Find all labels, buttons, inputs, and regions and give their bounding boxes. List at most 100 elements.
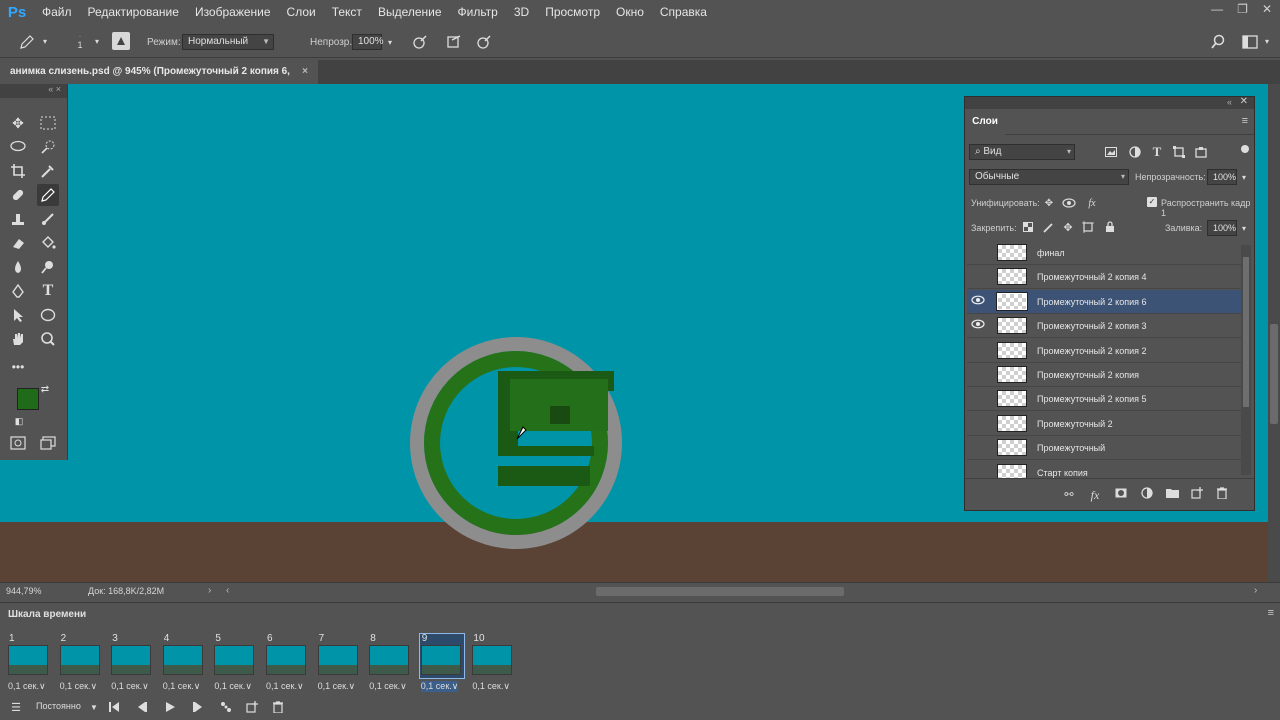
lock-artboard-icon[interactable] xyxy=(1081,220,1095,234)
opacity-input[interactable]: 100% xyxy=(352,34,384,50)
frame-delay-select[interactable]: 0,1 сек.∨ xyxy=(318,681,356,692)
close-window-button[interactable]: ✕ xyxy=(1262,2,1272,16)
zoom-level[interactable]: 944,79% xyxy=(6,586,42,596)
vertical-scrollbar[interactable] xyxy=(1268,84,1280,582)
move-tool-icon[interactable]: ✥ xyxy=(7,112,29,134)
filter-toggle[interactable] xyxy=(1241,145,1249,153)
vertical-scroll-thumb[interactable] xyxy=(1270,324,1278,424)
menu-item-10[interactable]: Справка xyxy=(652,5,715,19)
history-brush-tool-icon[interactable] xyxy=(37,208,59,230)
chevron-down-icon[interactable]: ▼ xyxy=(88,700,100,714)
menu-item-9[interactable]: Окно xyxy=(608,5,652,19)
frame-delay-select[interactable]: 0,1 сек.∨ xyxy=(111,681,149,692)
layer-row[interactable]: Промежуточный xyxy=(967,436,1241,461)
filter-type-icon[interactable]: T xyxy=(1149,144,1165,160)
loop-select[interactable]: Постоянно xyxy=(36,701,81,711)
brush-size-picker[interactable]: · 1 xyxy=(74,30,86,54)
marquee-tool-icon[interactable] xyxy=(37,112,59,134)
frame-delay-select[interactable]: 0,1 сек.∨ xyxy=(472,681,510,692)
visibility-toggle[interactable] xyxy=(971,417,985,431)
layer-filter-select[interactable]: ⌕ Вид ▾ xyxy=(969,144,1075,160)
more-tools-icon[interactable]: ••• xyxy=(7,356,29,378)
layers-scroll-thumb[interactable] xyxy=(1243,257,1249,407)
layer-row[interactable]: финал xyxy=(967,241,1241,265)
unify-visibility-icon[interactable] xyxy=(1061,195,1077,211)
filter-adjustment-icon[interactable] xyxy=(1127,144,1143,160)
layer-opacity-input[interactable]: 100% xyxy=(1207,169,1237,185)
menu-item-0[interactable]: Файл xyxy=(34,5,80,19)
menu-item-1[interactable]: Редактирование xyxy=(80,5,187,19)
panel-menu-icon[interactable]: ≡ xyxy=(1242,115,1248,127)
filter-shape-icon[interactable] xyxy=(1171,144,1187,160)
timeline-frame[interactable]: 8 0,1 сек.∨ xyxy=(367,633,413,693)
zoom-tool-icon[interactable] xyxy=(37,328,59,350)
chevron-down-icon[interactable]: ▾ xyxy=(40,36,50,46)
lock-position-icon[interactable]: ✥ xyxy=(1061,220,1075,234)
propagate-frame-checkbox[interactable]: ✓ xyxy=(1147,197,1157,207)
swap-colors-icon[interactable]: ⇄ xyxy=(38,382,52,396)
timeline-frame[interactable]: 6 0,1 сек.∨ xyxy=(264,633,310,693)
lock-all-icon[interactable] xyxy=(1103,220,1117,234)
layer-row[interactable]: Промежуточный 2 копия 2 xyxy=(967,339,1241,363)
frame-delay-select[interactable]: 0,1 сек.∨ xyxy=(266,681,304,692)
close-panel-icon[interactable]: ✕ xyxy=(1240,96,1248,107)
tween-icon[interactable] xyxy=(218,699,234,715)
layer-row[interactable]: Промежуточный 2 копия 6 xyxy=(967,289,1241,314)
link-layers-icon[interactable]: ⚯ xyxy=(1061,487,1077,503)
type-tool-icon[interactable]: T xyxy=(37,280,59,302)
horizontal-scroll-thumb[interactable] xyxy=(596,587,844,596)
convert-timeline-icon[interactable]: ☰ xyxy=(8,699,24,715)
menu-item-3[interactable]: Слои xyxy=(279,5,324,19)
auto-erase-icon[interactable] xyxy=(444,32,464,52)
new-adjustment-layer-icon[interactable] xyxy=(1139,487,1155,503)
timeline-frame[interactable]: 9 0,1 сек.∨ xyxy=(418,633,465,693)
menu-item-2[interactable]: Изображение xyxy=(187,5,279,19)
size-pressure-icon[interactable] xyxy=(474,32,494,52)
opacity-pressure-icon[interactable] xyxy=(410,32,430,52)
status-menu-arrow-icon[interactable]: › xyxy=(208,585,211,596)
quick-selection-tool-icon[interactable] xyxy=(37,136,59,158)
menu-item-4[interactable]: Текст xyxy=(324,5,370,19)
mode-select[interactable]: Нормальный ▼ xyxy=(182,34,274,50)
chevron-down-icon[interactable]: ▾ xyxy=(384,36,396,48)
filter-pixel-icon[interactable] xyxy=(1103,144,1119,160)
screen-mode-icon[interactable] xyxy=(37,432,59,454)
frame-delay-select[interactable]: 0,1 сек.∨ xyxy=(163,681,201,692)
ellipse-tool-icon[interactable] xyxy=(37,304,59,326)
frame-delay-select[interactable]: 0,1 сек.∨ xyxy=(369,681,407,692)
visibility-toggle[interactable] xyxy=(971,368,985,382)
new-group-icon[interactable] xyxy=(1164,487,1180,503)
collapse-panel-icon[interactable]: « xyxy=(1227,97,1232,107)
dodge-tool-icon[interactable] xyxy=(37,256,59,278)
pen-tool-icon[interactable] xyxy=(7,280,29,302)
blend-mode-select[interactable]: Обычные ▾ xyxy=(969,169,1129,185)
layer-row[interactable]: Старт копия xyxy=(967,461,1241,479)
fill-input[interactable]: 100% xyxy=(1207,220,1237,236)
filter-smart-object-icon[interactable] xyxy=(1193,144,1209,160)
eyedropper-tool-icon[interactable] xyxy=(37,160,59,182)
quick-mask-icon[interactable] xyxy=(7,432,29,454)
add-style-icon[interactable]: fx xyxy=(1087,487,1103,503)
timeline-frame[interactable]: 3 0,1 сек.∨ xyxy=(109,633,155,693)
visibility-eye-icon[interactable] xyxy=(971,295,985,309)
chevron-down-icon[interactable]: ▾ xyxy=(1239,171,1249,183)
path-selection-tool-icon[interactable] xyxy=(7,304,29,326)
timeline-menu-icon[interactable]: ≡ xyxy=(1268,607,1274,619)
chevron-down-icon[interactable]: ▾ xyxy=(92,36,102,46)
frame-delay-select[interactable]: 0,1 сек.∨ xyxy=(420,681,459,692)
visibility-toggle[interactable] xyxy=(971,246,985,260)
tab-layers[interactable]: Слои xyxy=(965,109,1005,135)
visibility-toggle[interactable] xyxy=(971,466,985,479)
workspace-icon[interactable] xyxy=(1240,32,1260,52)
paint-bucket-tool-icon[interactable] xyxy=(37,232,59,254)
timeline-frame[interactable]: 10 0,1 сек.∨ xyxy=(470,633,516,693)
restore-button[interactable]: ❐ xyxy=(1237,2,1248,16)
previous-frame-icon[interactable] xyxy=(134,699,150,715)
timeline-frame[interactable]: 1 0,1 сек.∨ xyxy=(6,633,52,693)
brush-panel-toggle-icon[interactable] xyxy=(112,32,130,50)
search-icon[interactable] xyxy=(1208,32,1228,52)
blur-tool-icon[interactable] xyxy=(7,256,29,278)
new-layer-icon[interactable] xyxy=(1189,487,1205,503)
visibility-toggle[interactable] xyxy=(971,392,985,406)
add-mask-icon[interactable] xyxy=(1113,487,1129,503)
